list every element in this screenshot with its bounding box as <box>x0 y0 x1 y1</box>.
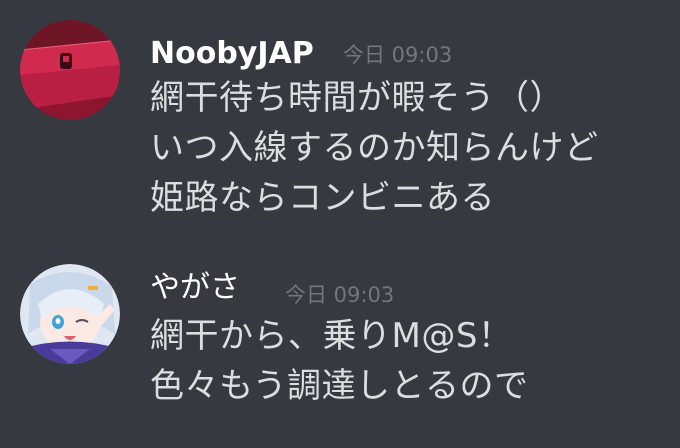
pink-box-avatar-icon <box>20 20 120 120</box>
avatar[interactable] <box>20 20 120 120</box>
message-text: いつ入線するのか知らんけど <box>150 128 599 168</box>
message-text: 色々もう調達しとるので <box>150 366 529 406</box>
anime-girl-avatar-icon <box>20 264 120 364</box>
timestamp: 今日 09:03 <box>343 43 453 67</box>
timestamp: 今日 09:03 <box>285 283 395 307</box>
message-text: 網干待ち時間が暇そう（） <box>150 78 564 118</box>
username[interactable]: やがさ <box>150 270 240 306</box>
message-text: 姫路ならコンビニある <box>150 178 495 218</box>
message-text: 網干から、乗りM@S！ <box>150 316 513 356</box>
avatar[interactable] <box>20 264 120 364</box>
username[interactable]: NoobyJAP <box>150 36 314 72</box>
chat-log: NoobyJAP 今日 09:03 網干待ち時間が暇そう（） いつ入線するのか知… <box>0 0 680 448</box>
